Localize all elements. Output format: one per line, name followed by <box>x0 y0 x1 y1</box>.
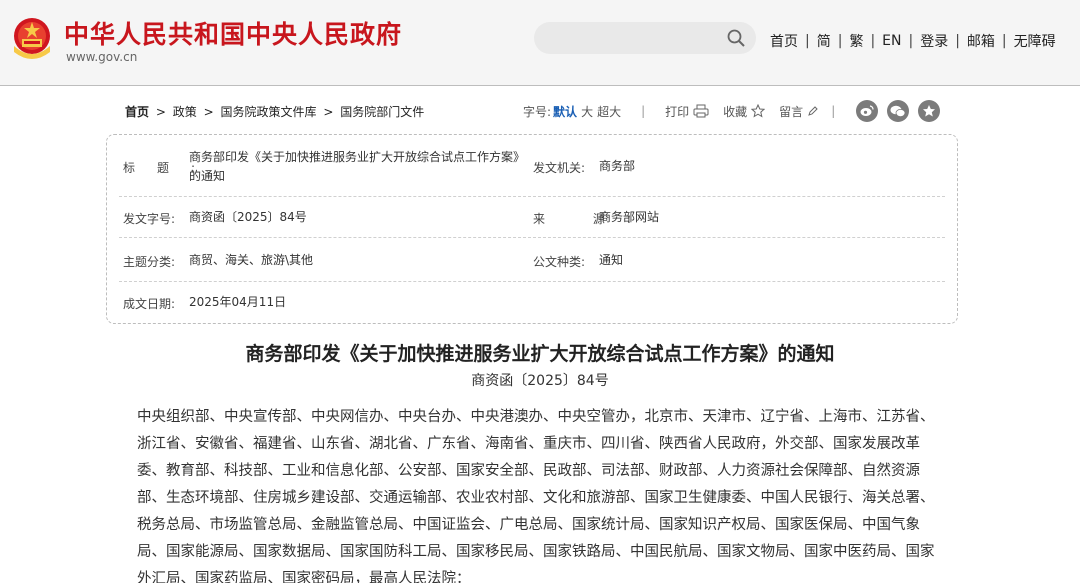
breadcrumb-home[interactable]: 首页 <box>125 105 149 119</box>
toolbar-divider: | <box>641 104 646 118</box>
nav-mailbox[interactable]: 邮箱 <box>967 31 995 51</box>
weibo-icon[interactable] <box>856 100 878 122</box>
breadcrumb-separator: > <box>203 105 214 119</box>
print-button[interactable]: 打印 <box>665 103 689 120</box>
nav-separator: | <box>908 33 914 49</box>
nav-english[interactable]: EN <box>882 33 901 49</box>
info-row-category: 主题分类: 商贸、海关、旅游\其他 公文种类: 通知 <box>119 238 945 282</box>
nav-login[interactable]: 登录 <box>920 31 948 51</box>
nav-separator: | <box>805 33 810 49</box>
favorite-button[interactable]: 收藏 <box>723 103 747 120</box>
article-doc-number: 商资函〔2025〕84号 <box>471 373 609 389</box>
breadcrumb: 首页 > 政策 > 国务院政策文件库 > 国务院部门文件 <box>125 103 424 120</box>
site-title[interactable]: 中华人民共和国中央人民政府 <box>64 15 402 51</box>
article-body: 中央组织部、中央宣传部、中央网信办、中央台办、中央港澳办、中央空管办，北京市、天… <box>137 409 935 583</box>
comment-button[interactable]: 留言 <box>779 103 803 120</box>
doc-no-value: 商资函〔2025〕84号 <box>189 210 307 224</box>
wechat-icon[interactable] <box>887 100 909 122</box>
nav-separator: | <box>955 33 960 49</box>
pencil-icon[interactable] <box>807 105 819 117</box>
issuer-label: 发文机关: <box>533 161 586 175</box>
source-value: 商务部网站 <box>599 210 660 224</box>
document-info-box: 标题: 商务部印发《关于加快推进服务业扩大开放综合试点工作方案》的通知 发文机关… <box>106 134 958 324</box>
doc-type-value: 通知 <box>599 253 624 267</box>
doc-type-label: 公文种类: <box>533 255 586 269</box>
site-url[interactable]: www.gov.cn <box>66 50 137 64</box>
breadcrumb-policy-library[interactable]: 国务院政策文件库 <box>220 105 316 119</box>
nav-separator: | <box>837 33 843 49</box>
nav-home[interactable]: 首页 <box>770 31 798 51</box>
breadcrumb-department-docs[interactable]: 国务院部门文件 <box>340 105 424 119</box>
search-icon[interactable] <box>726 28 746 48</box>
breadcrumb-policy[interactable]: 政策 <box>173 105 197 119</box>
breadcrumb-separator: > <box>323 105 334 119</box>
star-icon[interactable] <box>751 104 766 118</box>
font-size-label: 字号: <box>523 104 552 119</box>
title-value: 商务部印发《关于加快推进服务业扩大开放综合试点工作方案》的通知 <box>189 150 526 183</box>
nav-accessibility[interactable]: 无障碍 <box>1014 31 1056 51</box>
date-value: 2025年04月11日 <box>189 295 287 309</box>
nav-separator: | <box>1001 33 1007 49</box>
breadcrumb-separator: > <box>155 105 166 119</box>
issuer-value: 商务部 <box>599 159 636 173</box>
search-input[interactable] <box>534 22 756 54</box>
nav-separator: | <box>870 33 876 49</box>
font-large-button[interactable]: 大 <box>581 103 593 120</box>
font-xlarge-button[interactable]: 超大 <box>597 103 621 120</box>
doc-no-label: 发文字号: <box>123 212 176 226</box>
info-row-date: 成文日期: 2025年04月11日 <box>119 282 945 324</box>
date-label: 成文日期: <box>123 297 176 311</box>
font-default-button[interactable]: 默认 <box>553 103 577 120</box>
info-row-docno: 发文字号: 商资函〔2025〕84号 来 源: 商务部网站 <box>119 197 945 238</box>
article-toolbar: 字号: 默认 大 超大 | 打印 收藏 留言 | <box>523 100 843 122</box>
nav-simplified[interactable]: 简 <box>817 31 831 51</box>
favorite-star-icon[interactable] <box>918 100 940 122</box>
toolbar-divider: | <box>831 104 836 118</box>
nav-traditional[interactable]: 繁 <box>849 31 863 51</box>
category-label: 主题分类: <box>123 255 176 269</box>
category-value: 商贸、海关、旅游\其他 <box>189 253 314 267</box>
info-row-title: 标题: 商务部印发《关于加快推进服务业扩大开放综合试点工作方案》的通知 发文机关… <box>119 135 945 197</box>
site-header: 中华人民共和国中央人民政府 www.gov.cn 首页 | 简 | 繁 | EN… <box>0 0 1080 86</box>
article-title: 商务部印发《关于加快推进服务业扩大开放综合试点工作方案》的通知 <box>245 343 835 365</box>
print-icon[interactable] <box>693 104 709 118</box>
top-nav: 首页 | 简 | 繁 | EN | 登录 | 邮箱 | 无障碍 <box>770 31 1056 51</box>
national-emblem-icon[interactable] <box>10 16 54 62</box>
